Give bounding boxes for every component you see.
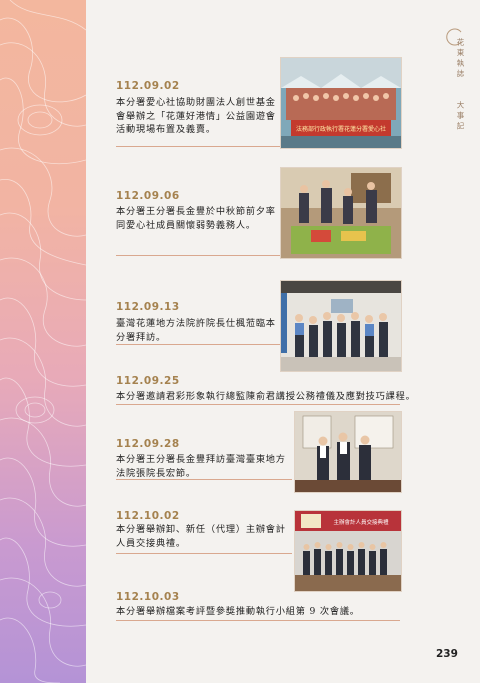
- entry-text: 本分署舉辦卸、新任（代理）主辦會計人員交接典禮。: [116, 524, 286, 549]
- chapter-subtitle: 大事記: [456, 100, 465, 133]
- divider-rule: [116, 404, 400, 405]
- meeting-banner-text: 主辦會計人員交接典禮: [333, 518, 389, 526]
- entry-text: 臺灣花蓮地方法院許院長仕楓蒞臨本分署拜訪。: [116, 318, 276, 343]
- entry-text: 本分署王分署長金豐於中秋節前夕率同愛心社成員關懷弱勢義務人。: [116, 206, 276, 231]
- entry-date: 112.09.06: [116, 190, 180, 202]
- chapter-header: 花東執誌 大事記: [455, 38, 466, 132]
- entry-text: 本分署舉辦檔案考評暨參獎推動執行小組第 9 次會議。: [116, 606, 360, 617]
- entry-date: 112.09.13: [116, 301, 180, 313]
- divider-rule: [116, 479, 292, 480]
- chapter-title: 花東執誌: [456, 38, 465, 80]
- photo-charity-fair: 法務部行政執行署花蓮分署愛心社: [280, 57, 402, 149]
- entry-text: 本分署王分署長金豐拜訪臺灣臺東地方法院張院長宏節。: [116, 454, 286, 479]
- entry-date: 112.09.28: [116, 438, 180, 450]
- entry-date: 112.09.25: [116, 375, 180, 387]
- divider-rule: [116, 146, 282, 147]
- divider-rule: [116, 344, 282, 345]
- topographic-lines-graphic: [0, 0, 86, 683]
- photo-court-visit: [280, 280, 402, 372]
- photo-district-court-visit: [294, 411, 402, 493]
- entry-text: 本分署愛心社協助財團法人創世基金會舉辦之「花蓮好港情」公益園遊會活動現場布置及義…: [116, 97, 276, 135]
- decorative-topographic-band: [0, 0, 86, 683]
- entry-date: 112.10.03: [116, 591, 180, 603]
- banner-text: 法務部行政執行署花蓮分署愛心社: [296, 125, 386, 133]
- divider-rule: [116, 553, 292, 554]
- entry-date: 112.09.02: [116, 80, 180, 92]
- photo-accountant-handover: 主辦會計人員交接典禮: [294, 510, 402, 592]
- divider-rule: [116, 620, 400, 621]
- divider-rule: [116, 255, 282, 256]
- page-number: 239: [436, 648, 458, 660]
- entry-text: 本分署邀請君彩形象執行總監陳俞君講授公務禮儀及應對技巧課程。: [116, 391, 416, 402]
- entry-date: 112.10.02: [116, 510, 180, 522]
- photo-care-visit: [280, 167, 402, 259]
